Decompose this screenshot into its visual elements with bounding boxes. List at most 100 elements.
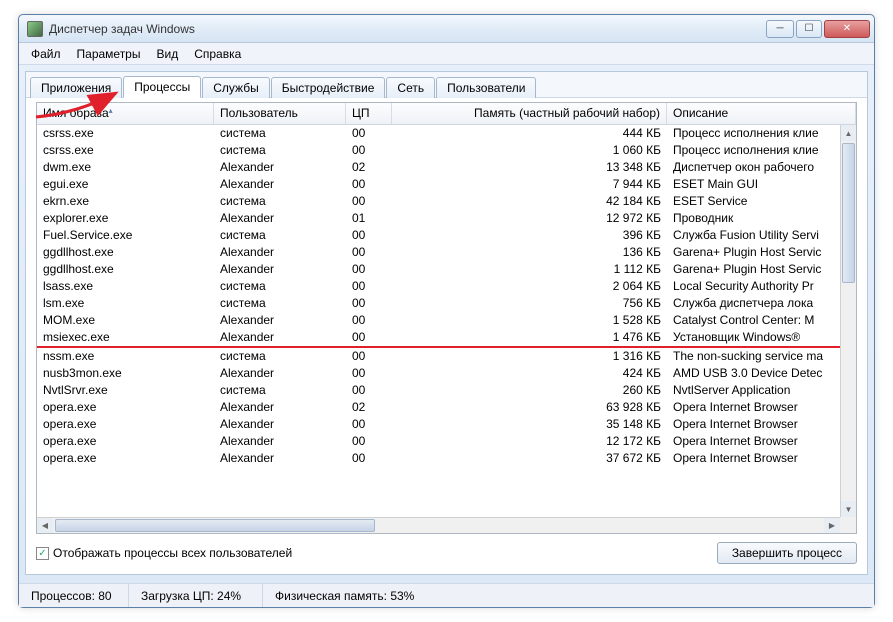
cell-description: Диспетчер окон рабочего bbox=[667, 159, 840, 176]
vertical-scroll-thumb[interactable] bbox=[842, 143, 855, 283]
menu-file[interactable]: Файл bbox=[23, 45, 69, 63]
cell-name: ggdllhost.exe bbox=[37, 261, 214, 278]
table-row[interactable]: opera.exeAlexander0035 148 КБOpera Inter… bbox=[37, 416, 840, 433]
cell-user: Alexander bbox=[214, 210, 346, 227]
table-row[interactable]: opera.exeAlexander0037 672 КБOpera Inter… bbox=[37, 450, 840, 467]
cell-user: Alexander bbox=[214, 244, 346, 261]
table-row[interactable]: ggdllhost.exeAlexander00136 КБGarena+ Pl… bbox=[37, 244, 840, 261]
cell-name: lsm.exe bbox=[37, 295, 214, 312]
cell-cpu: 00 bbox=[346, 329, 392, 346]
cell-cpu: 02 bbox=[346, 399, 392, 416]
menu-view[interactable]: Вид bbox=[148, 45, 186, 63]
statusbar: Процессов: 80 Загрузка ЦП: 24% Физическа… bbox=[19, 583, 874, 607]
table-row[interactable]: csrss.exeсистема00444 КБПроцесс исполнен… bbox=[37, 125, 840, 142]
cell-name: ekrn.exe bbox=[37, 193, 214, 210]
table-row[interactable]: ekrn.exeсистема0042 184 КБESET Service bbox=[37, 193, 840, 210]
cell-user: система bbox=[214, 348, 346, 365]
titlebar[interactable]: Диспетчер задач Windows ─ ☐ ✕ bbox=[19, 15, 874, 43]
maximize-button[interactable]: ☐ bbox=[796, 20, 822, 38]
cell-description: Процесс исполнения клие bbox=[667, 125, 840, 142]
cell-name: egui.exe bbox=[37, 176, 214, 193]
cell-cpu: 00 bbox=[346, 450, 392, 467]
scroll-left-icon[interactable]: ◀ bbox=[37, 518, 53, 533]
scroll-up-icon[interactable]: ▲ bbox=[841, 125, 856, 141]
cell-name: NvtlSrvr.exe bbox=[37, 382, 214, 399]
table-row[interactable]: Fuel.Service.exeсистема00396 КБСлужба Fu… bbox=[37, 227, 840, 244]
cell-cpu: 00 bbox=[346, 176, 392, 193]
menu-options[interactable]: Параметры bbox=[69, 45, 149, 63]
table-row[interactable]: opera.exeAlexander0012 172 КБOpera Inter… bbox=[37, 433, 840, 450]
cell-user: Alexander bbox=[214, 450, 346, 467]
cell-cpu: 01 bbox=[346, 210, 392, 227]
cell-memory: 1 060 КБ bbox=[392, 142, 667, 159]
process-list-pane: Имя образа Пользователь ЦП Память (частн… bbox=[36, 102, 857, 534]
cell-cpu: 00 bbox=[346, 365, 392, 382]
cell-user: система bbox=[214, 125, 346, 142]
col-description[interactable]: Описание bbox=[667, 103, 856, 124]
end-process-button[interactable]: Завершить процесс bbox=[717, 542, 857, 564]
menu-help[interactable]: Справка bbox=[186, 45, 249, 63]
table-row[interactable]: MOM.exeAlexander001 528 КБCatalyst Contr… bbox=[37, 312, 840, 329]
cell-user: система bbox=[214, 142, 346, 159]
table-row[interactable]: msiexec.exeAlexander001 476 КБУстановщик… bbox=[37, 329, 840, 346]
cell-memory: 12 172 КБ bbox=[392, 433, 667, 450]
cell-memory: 35 148 КБ bbox=[392, 416, 667, 433]
tab-performance[interactable]: Быстродействие bbox=[271, 77, 386, 98]
cell-name: nusb3mon.exe bbox=[37, 365, 214, 382]
cell-user: Alexander bbox=[214, 176, 346, 193]
cell-name: opera.exe bbox=[37, 450, 214, 467]
cell-memory: 396 КБ bbox=[392, 227, 667, 244]
table-row[interactable]: ggdllhost.exeAlexander001 112 КБGarena+ … bbox=[37, 261, 840, 278]
col-user[interactable]: Пользователь bbox=[214, 103, 346, 124]
table-row[interactable]: nusb3mon.exeAlexander00424 КБAMD USB 3.0… bbox=[37, 365, 840, 382]
tab-applications[interactable]: Приложения bbox=[30, 77, 122, 98]
cell-name: msiexec.exe bbox=[37, 329, 214, 346]
tab-processes[interactable]: Процессы bbox=[123, 76, 201, 98]
bottom-controls: ✓ Отображать процессы всех пользователей… bbox=[36, 540, 857, 566]
tab-users[interactable]: Пользователи bbox=[436, 77, 536, 98]
table-row[interactable]: egui.exeAlexander007 944 КБESET Main GUI bbox=[37, 176, 840, 193]
table-row[interactable]: opera.exeAlexander0263 928 КБOpera Inter… bbox=[37, 399, 840, 416]
cell-memory: 2 064 КБ bbox=[392, 278, 667, 295]
horizontal-scroll-thumb[interactable] bbox=[55, 519, 375, 532]
table-row[interactable]: NvtlSrvr.exeсистема00260 КБNvtlServer Ap… bbox=[37, 382, 840, 399]
cell-memory: 63 928 КБ bbox=[392, 399, 667, 416]
cell-description: Opera Internet Browser bbox=[667, 399, 840, 416]
list-header: Имя образа Пользователь ЦП Память (частн… bbox=[37, 103, 856, 125]
cell-name: opera.exe bbox=[37, 433, 214, 450]
show-all-users-checkbox[interactable]: ✓ Отображать процессы всех пользователей bbox=[36, 546, 292, 560]
minimize-button[interactable]: ─ bbox=[766, 20, 794, 38]
cell-memory: 424 КБ bbox=[392, 365, 667, 382]
tab-services[interactable]: Службы bbox=[202, 77, 269, 98]
table-row[interactable]: nssm.exeсистема001 316 КБThe non-sucking… bbox=[37, 348, 840, 365]
table-row[interactable]: dwm.exeAlexander0213 348 КБДиспетчер око… bbox=[37, 159, 840, 176]
cell-cpu: 00 bbox=[346, 312, 392, 329]
menubar: Файл Параметры Вид Справка bbox=[19, 43, 874, 65]
cell-description: ESET Main GUI bbox=[667, 176, 840, 193]
table-row[interactable]: lsm.exeсистема00756 КБСлужба диспетчера … bbox=[37, 295, 840, 312]
cell-description: Garena+ Plugin Host Servic bbox=[667, 261, 840, 278]
cell-cpu: 00 bbox=[346, 142, 392, 159]
cell-description: Служба диспетчера лока bbox=[667, 295, 840, 312]
list-body[interactable]: csrss.exeсистема00444 КБПроцесс исполнен… bbox=[37, 125, 840, 517]
col-cpu[interactable]: ЦП bbox=[346, 103, 392, 124]
cell-cpu: 02 bbox=[346, 159, 392, 176]
cell-user: система bbox=[214, 227, 346, 244]
cell-description: Catalyst Control Center: M bbox=[667, 312, 840, 329]
table-row[interactable]: lsass.exeсистема002 064 КБLocal Security… bbox=[37, 278, 840, 295]
scroll-right-icon[interactable]: ▶ bbox=[824, 518, 840, 533]
close-button[interactable]: ✕ bbox=[824, 20, 870, 38]
table-row[interactable]: csrss.exeсистема001 060 КБПроцесс исполн… bbox=[37, 142, 840, 159]
cell-user: система bbox=[214, 382, 346, 399]
scroll-down-icon[interactable]: ▼ bbox=[841, 501, 856, 517]
tab-network[interactable]: Сеть bbox=[386, 77, 435, 98]
cell-name: ggdllhost.exe bbox=[37, 244, 214, 261]
col-image-name[interactable]: Имя образа bbox=[37, 103, 214, 124]
table-row[interactable]: explorer.exeAlexander0112 972 КБПроводни… bbox=[37, 210, 840, 227]
vertical-scrollbar[interactable]: ▲ ▼ bbox=[840, 125, 856, 517]
horizontal-scrollbar[interactable]: ◀ ▶ bbox=[37, 517, 840, 533]
cell-memory: 444 КБ bbox=[392, 125, 667, 142]
col-memory[interactable]: Память (частный рабочий набор) bbox=[392, 103, 667, 124]
cell-cpu: 00 bbox=[346, 295, 392, 312]
cell-user: Alexander bbox=[214, 399, 346, 416]
